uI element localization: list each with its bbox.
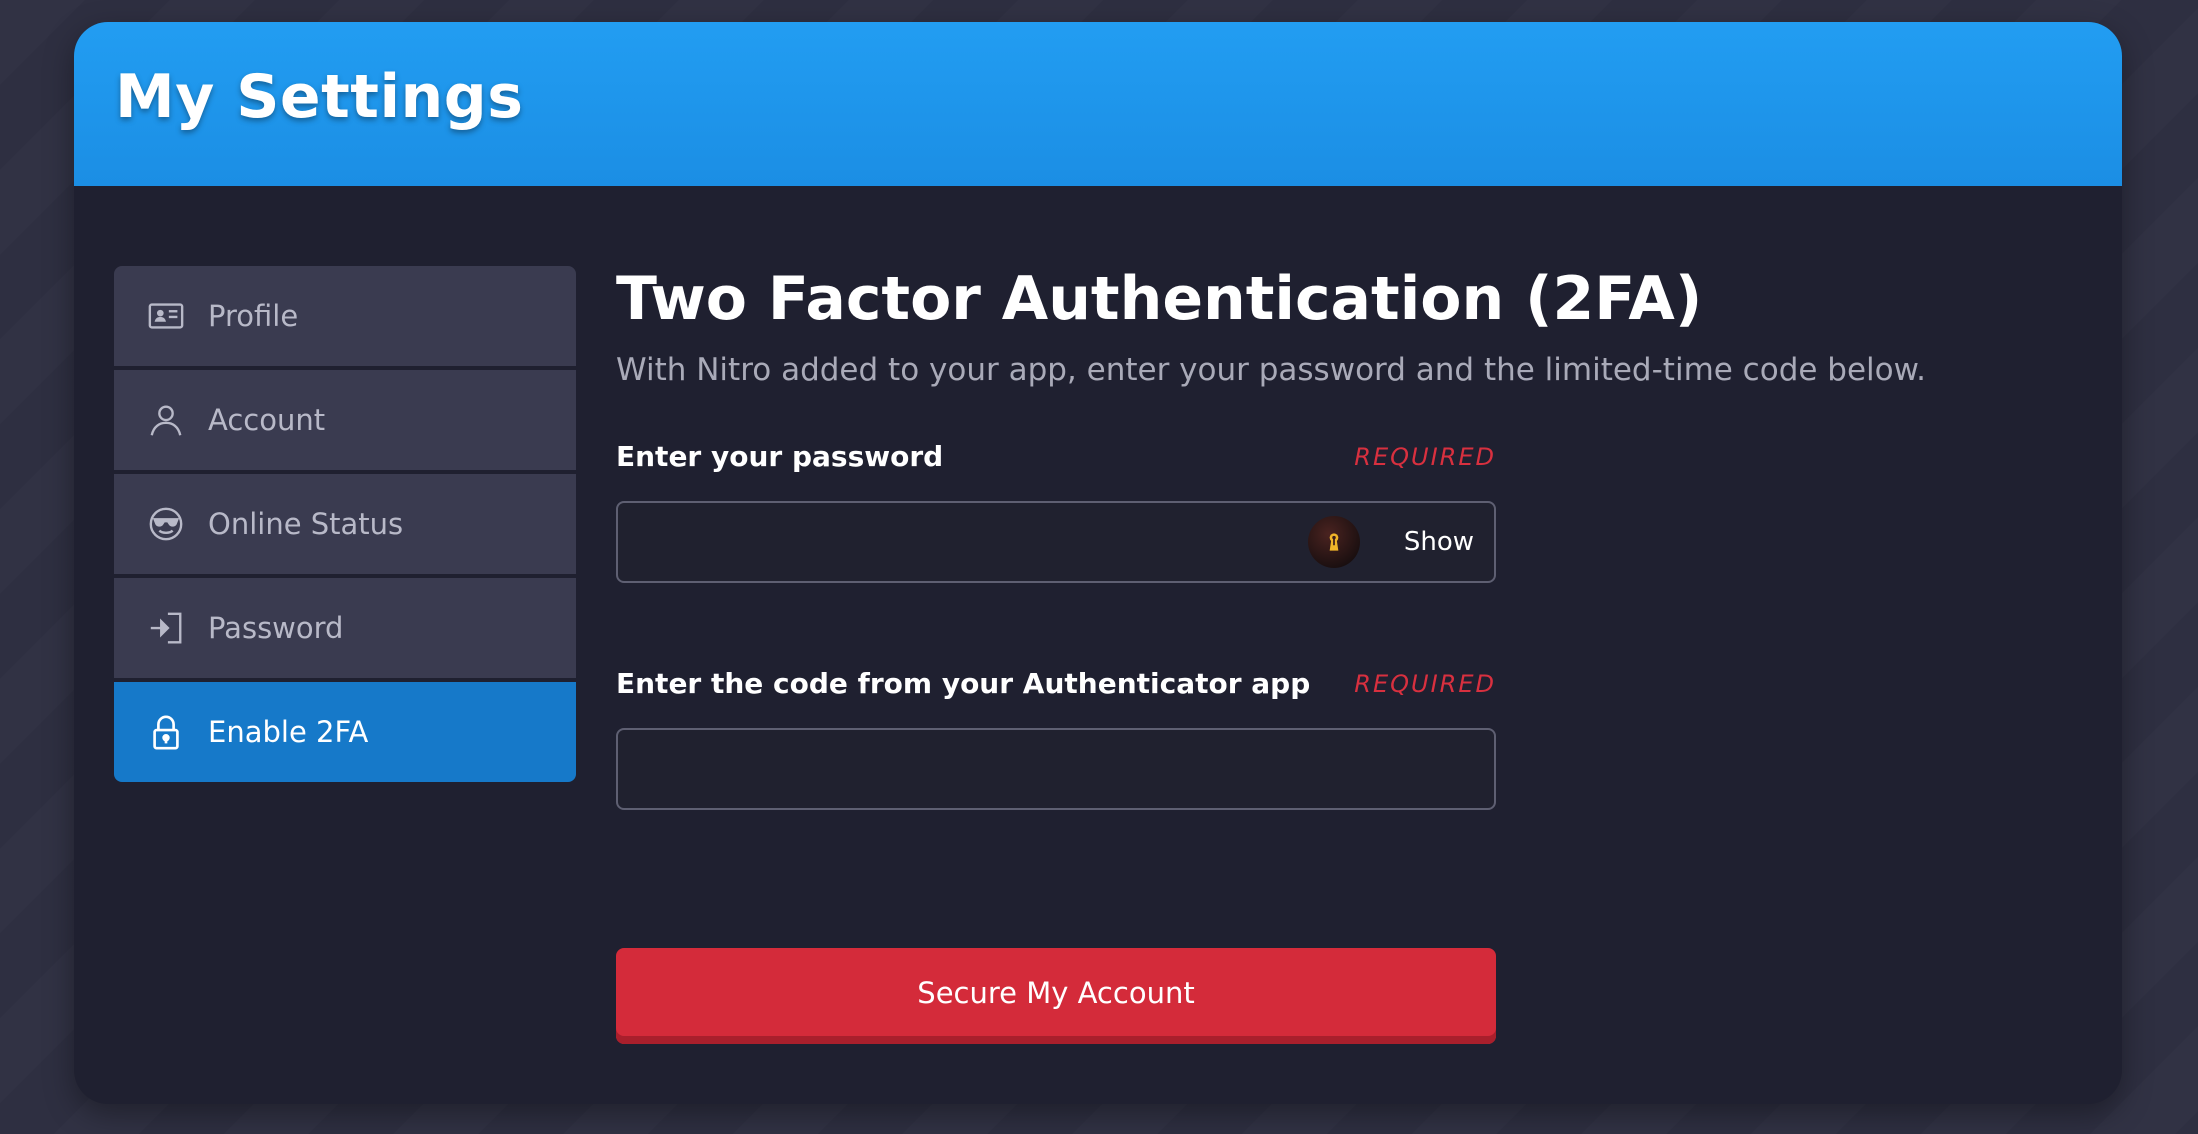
sidebar-item-account[interactable]: Account <box>114 370 576 470</box>
password-field-group: Enter your password REQUIRED Show <box>616 440 1496 583</box>
sidebar-item-enable-2fa[interactable]: Enable 2FA <box>114 682 576 782</box>
show-password-button[interactable]: Show <box>1404 527 1474 557</box>
user-icon <box>146 400 186 440</box>
settings-sidebar: Profile Account Online Status Password E… <box>114 266 576 786</box>
section-subtitle: With Nitro added to your app, enter your… <box>616 352 1926 388</box>
sidebar-item-label: Password <box>208 611 344 645</box>
code-field-header: Enter the code from your Authenticator a… <box>616 667 1496 700</box>
code-field-group: Enter the code from your Authenticator a… <box>616 667 1496 810</box>
settings-header: My Settings <box>74 22 2122 186</box>
code-required-tag: REQUIRED <box>1354 669 1496 698</box>
code-label: Enter the code from your Authenticator a… <box>616 667 1311 700</box>
sidebar-item-password[interactable]: Password <box>114 578 576 678</box>
password-label: Enter your password <box>616 440 944 473</box>
sign-in-icon <box>146 608 186 648</box>
sidebar-item-label: Online Status <box>208 507 404 541</box>
sunglasses-face-icon <box>146 504 186 544</box>
secure-account-button[interactable]: Secure My Account <box>616 948 1496 1044</box>
sidebar-item-label: Profile <box>208 299 299 333</box>
settings-panel: My Settings Profile Account Online Statu… <box>74 22 2122 1104</box>
password-required-tag: REQUIRED <box>1354 442 1496 471</box>
password-extras: Show <box>1307 503 1474 581</box>
password-input-box: Show <box>616 501 1496 583</box>
sidebar-item-label: Account <box>208 403 326 437</box>
keyhole-icon[interactable] <box>1307 516 1360 568</box>
lock-icon <box>146 712 186 752</box>
id-card-icon <box>146 296 186 336</box>
password-field-header: Enter your password REQUIRED <box>616 440 1496 473</box>
two-factor-form: Two Factor Authentication (2FA) With Nit… <box>616 264 2076 1044</box>
code-input-box <box>616 728 1496 810</box>
code-input[interactable] <box>618 730 1494 808</box>
section-title: Two Factor Authentication (2FA) <box>616 264 1703 334</box>
sidebar-item-online-status[interactable]: Online Status <box>114 474 576 574</box>
page-title: My Settings <box>115 62 524 132</box>
sidebar-item-label: Enable 2FA <box>208 715 369 749</box>
sidebar-item-profile[interactable]: Profile <box>114 266 576 366</box>
